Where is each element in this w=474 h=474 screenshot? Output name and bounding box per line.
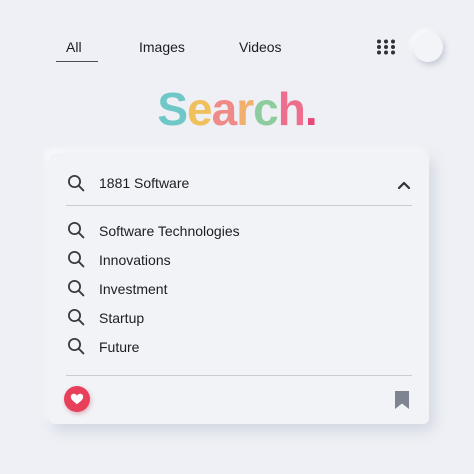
suggestion-label: Investment [99, 281, 168, 297]
suggestion-item[interactable]: Innovations [49, 247, 429, 273]
search-card: Software Technologies Innovations Invest… [49, 153, 429, 424]
divider [66, 205, 412, 206]
search-icon [67, 174, 85, 192]
logo-letter: S [157, 83, 188, 135]
logo-letter: a [211, 83, 238, 135]
search-icon [67, 221, 85, 239]
logo-letter: c [253, 83, 279, 135]
suggestion-label: Future [99, 339, 140, 355]
logo-letter: h [277, 83, 306, 135]
divider [66, 375, 412, 376]
suggestion-label: Software Technologies [99, 223, 240, 239]
heart-icon [70, 393, 84, 405]
tab-all[interactable]: All [56, 38, 97, 62]
search-icon [67, 308, 85, 326]
logo-letter: r [236, 83, 254, 135]
bookmark-icon[interactable] [394, 390, 410, 410]
suggestion-item[interactable]: Startup [49, 305, 429, 331]
favorite-button[interactable] [64, 386, 90, 412]
search-icon [67, 250, 85, 268]
suggestion-label: Startup [99, 310, 145, 326]
tab-videos[interactable]: Videos [239, 38, 282, 56]
search-logo: Search. [0, 80, 474, 138]
suggestion-label: Innovations [99, 252, 171, 268]
suggestion-item[interactable]: Software Technologies [49, 218, 429, 244]
search-icon [67, 279, 85, 297]
search-bar [49, 153, 429, 205]
tab-images[interactable]: Images [139, 38, 185, 56]
suggestion-item[interactable]: Investment [49, 276, 429, 302]
search-icon [67, 337, 85, 355]
apps-grid-icon[interactable] [376, 39, 396, 55]
logo-letter: e [187, 83, 213, 135]
search-input[interactable] [99, 174, 379, 192]
chevron-up-icon[interactable] [397, 177, 411, 190]
profile-button[interactable] [413, 32, 443, 62]
logo-letter: . [304, 83, 318, 135]
suggestion-item[interactable]: Future [49, 334, 429, 360]
